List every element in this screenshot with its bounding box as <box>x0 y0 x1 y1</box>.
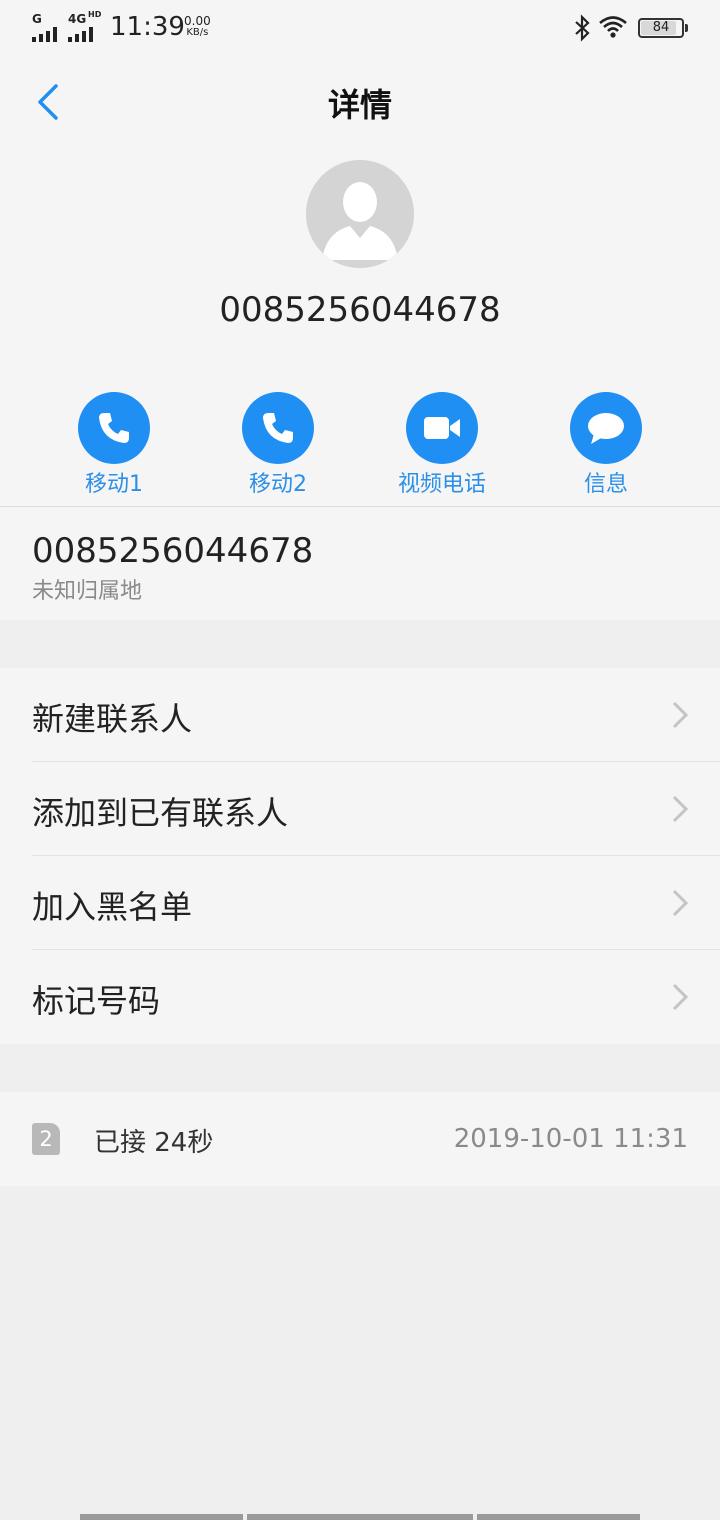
chevron-right-icon <box>672 889 689 917</box>
video-call-button[interactable]: 视频电话 <box>372 392 512 498</box>
sim2-hd-badge: HD <box>88 10 102 19</box>
phone-icon <box>99 413 129 443</box>
call-sim2-label: 移动2 <box>249 472 307 497</box>
sim1-network-type: G <box>32 12 42 26</box>
phone-icon <box>263 413 293 443</box>
menu-item-label: 加入黑名单 <box>32 888 193 926</box>
battery-icon: 84 <box>638 18 688 38</box>
page-title: 详情 <box>327 86 392 124</box>
wifi-icon <box>599 16 627 38</box>
status-clock: 11:39 <box>110 12 185 42</box>
message-label: 信息 <box>583 472 628 497</box>
avatar <box>306 160 414 268</box>
battery-level: 84 <box>652 20 670 35</box>
menu-item-label: 标记号码 <box>32 982 161 1020</box>
menu-item-label: 添加到已有联系人 <box>32 794 289 832</box>
chevron-right-icon <box>672 701 689 729</box>
message-button[interactable]: 信息 <box>536 392 676 498</box>
network-speed-value: 0.00 <box>184 14 211 28</box>
action-menu: 新建联系人 添加到已有联系人 加入黑名单 标记号码 <box>0 668 720 1044</box>
bluetooth-icon <box>575 14 590 42</box>
default-avatar-icon <box>306 160 414 268</box>
call-status: 已接 24秒 <box>94 1128 214 1158</box>
call-timestamp: 2019-10-01 11:31 <box>453 1124 688 1154</box>
status-bar: G 4G HD 11:39 0.00 KB/s 84 <box>0 0 720 56</box>
contact-number: 0085256044678 <box>219 290 501 330</box>
nav-gesture-bar-left[interactable] <box>80 1514 243 1520</box>
video-camera-icon <box>424 417 460 439</box>
nav-gesture-bar-right[interactable] <box>477 1514 640 1520</box>
number-location: 未知归属地 <box>32 579 143 604</box>
sim2-network-type: 4G <box>68 12 87 26</box>
menu-item-blacklist[interactable]: 加入黑名单 <box>0 856 720 950</box>
menu-item-add-to-existing[interactable]: 添加到已有联系人 <box>0 762 720 856</box>
phone-number[interactable]: 0085256044678 <box>32 531 313 571</box>
network-speed-unit: KB/s <box>186 27 209 38</box>
menu-item-mark-number[interactable]: 标记号码 <box>0 950 720 1044</box>
call-history-row[interactable]: 2 已接 24秒 2019-10-01 11:31 <box>0 1092 720 1186</box>
call-sim2-button[interactable]: 移动2 <box>208 392 348 498</box>
video-call-label: 视频电话 <box>397 472 486 497</box>
message-bubble-icon <box>588 413 624 444</box>
call-sim1-button[interactable]: 移动1 <box>44 392 184 498</box>
menu-item-label: 新建联系人 <box>32 700 193 738</box>
chevron-right-icon <box>672 795 689 823</box>
chevron-right-icon <box>672 983 689 1011</box>
sim-card-icon: 2 <box>32 1123 60 1155</box>
network-speed: 0.00 KB/s <box>184 15 211 39</box>
nav-gesture-bar-home[interactable] <box>247 1514 473 1520</box>
number-info-section[interactable]: 0085256044678 未知归属地 <box>0 507 720 620</box>
menu-item-new-contact[interactable]: 新建联系人 <box>0 668 720 762</box>
call-sim1-label: 移动1 <box>85 472 143 497</box>
